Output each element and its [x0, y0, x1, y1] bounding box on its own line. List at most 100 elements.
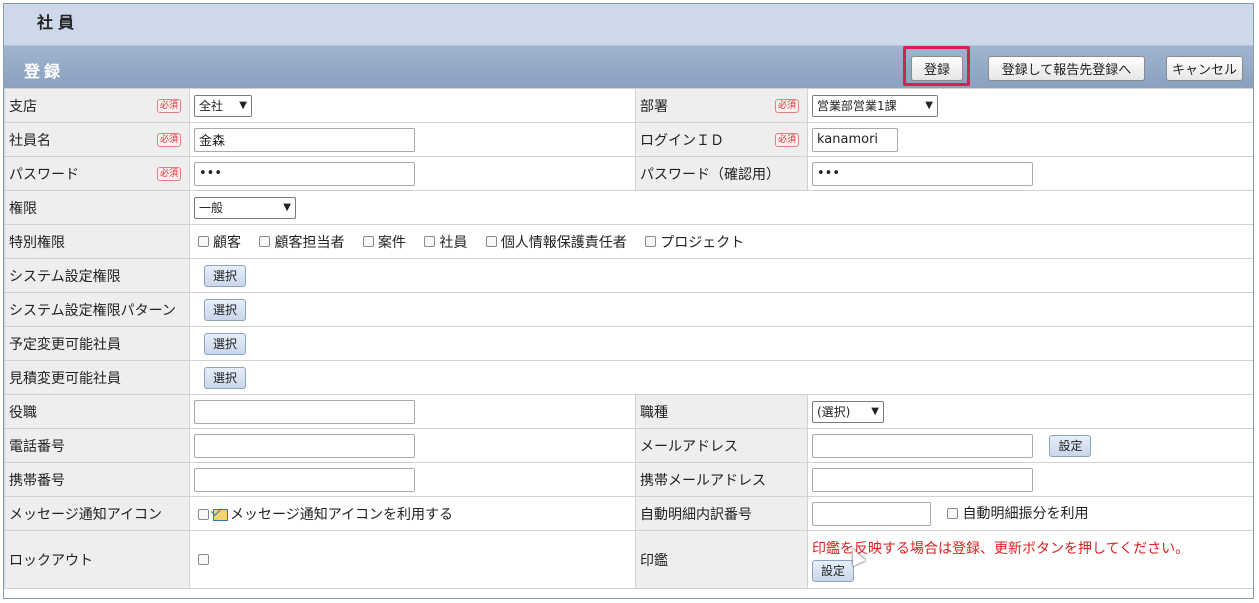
- email-setting-button[interactable]: 設定: [1049, 434, 1092, 457]
- department-cell: 営業部営業1課 ▼: [807, 88, 1253, 123]
- mobile-email-input[interactable]: [812, 467, 1033, 492]
- special-authority-employee[interactable]: 社員: [424, 232, 467, 252]
- special-authority-privacy[interactable]: 個人情報保護責任者: [485, 232, 627, 252]
- auto-detail-no-input[interactable]: [812, 501, 931, 526]
- mail-icon: [213, 508, 228, 521]
- password-input[interactable]: •••: [194, 161, 415, 186]
- password-confirm-cell: •••: [807, 156, 1253, 191]
- form-row: パスワード 必須 ••• パスワード（確認用） •••: [4, 156, 1253, 191]
- section-title: 登録: [24, 62, 65, 81]
- special-authority-deal[interactable]: 案件: [362, 232, 406, 252]
- estimate-editable-cell: 選択: [189, 360, 1253, 395]
- email-label: メールアドレス: [635, 428, 808, 463]
- checkbox[interactable]: [645, 236, 657, 247]
- page-title: 社員: [4, 4, 1253, 46]
- branch-label: 支店 必須: [4, 88, 190, 123]
- dropdown-arrow-icon: ▼: [239, 100, 247, 111]
- cancel-button[interactable]: キャンセル: [1166, 56, 1243, 81]
- position-cell: [189, 394, 636, 429]
- branch-cell: 全社 ▼: [189, 88, 636, 123]
- lockout-checkbox[interactable]: [198, 554, 209, 565]
- position-input[interactable]: [194, 399, 415, 424]
- employee-name-cell: 金森: [189, 122, 636, 157]
- password-cell: •••: [189, 156, 636, 191]
- message-icon-label: メッセージ通知アイコン: [4, 496, 190, 531]
- form-row: 社員名 必須 金森 ログインＩＤ 必須 kanamori: [4, 122, 1253, 157]
- dropdown-arrow-icon: ▼: [283, 202, 291, 213]
- dropdown-arrow-icon: ▼: [871, 406, 879, 417]
- system-setting-pattern-label: システム設定権限パターン: [4, 292, 190, 327]
- employee-form-frame: 社員 登録 登録 登録して報告先登録へ キャンセル 支店 必須 全社 ▼ 部署 必須 …: [3, 3, 1254, 599]
- authority-select[interactable]: 一般 ▼: [194, 196, 296, 219]
- message-icon-cell: メッセージ通知アイコンを利用する: [189, 496, 636, 531]
- seal-setting-button[interactable]: 設定: [812, 559, 855, 582]
- special-authority-customer-contact[interactable]: 顧客担当者: [259, 232, 344, 252]
- system-setting-authority-select-button[interactable]: 選択: [204, 264, 247, 287]
- authority-cell: 一般 ▼: [189, 190, 1253, 225]
- estimate-editable-select-button[interactable]: 選択: [204, 366, 247, 389]
- checkbox[interactable]: [362, 236, 374, 247]
- register-and-report-button[interactable]: 登録して報告先登録へ: [988, 56, 1145, 81]
- form-row: システム設定権限 選択: [4, 258, 1253, 293]
- password-label: パスワード 必須: [4, 156, 190, 191]
- required-badge: 必須: [774, 98, 799, 113]
- form-row: 役職 職種 (選択) ▼: [4, 394, 1253, 429]
- schedule-editable-label: 予定変更可能社員: [4, 326, 190, 361]
- system-setting-pattern-select-button[interactable]: 選択: [204, 298, 247, 321]
- auto-detail-no-label: 自動明細内訳番号: [635, 496, 808, 531]
- password-confirm-input[interactable]: •••: [812, 161, 1033, 186]
- seal-cell: 印鑑を反映する場合は登録、更新ボタンを押してください。 設定: [807, 530, 1253, 589]
- required-badge: 必須: [774, 132, 799, 147]
- form-row: メッセージ通知アイコン メッセージ通知アイコンを利用する 自動明細内訳番号 自動…: [4, 496, 1253, 531]
- form-row: 携帯番号 携帯メールアドレス: [4, 462, 1253, 497]
- auto-detail-option[interactable]: 自動明細振分を利用: [947, 506, 1088, 522]
- form-row: ロックアウト 印鑑 印鑑を反映する場合は登録、更新ボタンを押してください。 設定: [4, 530, 1253, 589]
- employee-name-input[interactable]: 金森: [194, 127, 415, 152]
- lockout-cell: [189, 530, 636, 589]
- email-cell: 設定: [807, 428, 1253, 463]
- employee-name-label: 社員名 必須: [4, 122, 190, 157]
- lockout-label: ロックアウト: [4, 530, 190, 589]
- special-authority-customer[interactable]: 顧客: [198, 232, 241, 252]
- form-row: 予定変更可能社員 選択: [4, 326, 1253, 361]
- checkbox[interactable]: [259, 236, 271, 247]
- login-id-input[interactable]: kanamori: [812, 127, 898, 152]
- mobile-input[interactable]: [194, 467, 415, 492]
- form-row: 特別権限 顧客 顧客担当者 案件 社員 個人情報保護責任者 プロジェクト: [4, 224, 1253, 259]
- schedule-editable-select-button[interactable]: 選択: [204, 332, 247, 355]
- phone-label: 電話番号: [4, 428, 190, 463]
- form-row: 権限 一般 ▼: [4, 190, 1253, 225]
- register-button[interactable]: 登録: [911, 56, 963, 81]
- checkbox[interactable]: [947, 508, 959, 519]
- form-row: 見積変更可能社員 選択: [4, 360, 1253, 395]
- message-icon-checkbox[interactable]: [198, 509, 209, 520]
- special-authority-cell: 顧客 顧客担当者 案件 社員 個人情報保護責任者 プロジェクト: [189, 224, 1253, 259]
- checkbox[interactable]: [198, 236, 209, 247]
- special-authority-project[interactable]: プロジェクト: [645, 232, 744, 252]
- mobile-label: 携帯番号: [4, 462, 190, 497]
- password-confirm-label: パスワード（確認用）: [635, 156, 808, 191]
- position-label: 役職: [4, 394, 190, 429]
- login-id-cell: kanamori: [807, 122, 1253, 157]
- system-setting-authority-label: システム設定権限: [4, 258, 190, 293]
- mobile-email-label: 携帯メールアドレス: [635, 462, 808, 497]
- phone-input[interactable]: [194, 433, 415, 458]
- seal-note: 印鑑を反映する場合は登録、更新ボタンを押してください。: [812, 540, 1190, 557]
- login-id-label: ログインＩＤ 必須: [635, 122, 808, 157]
- job-type-cell: (選択) ▼: [807, 394, 1253, 429]
- mobile-email-cell: [807, 462, 1253, 497]
- checkbox[interactable]: [485, 236, 497, 247]
- job-type-label: 職種: [635, 394, 808, 429]
- branch-select[interactable]: 全社 ▼: [194, 94, 252, 117]
- form-row: 電話番号 メールアドレス 設定: [4, 428, 1253, 463]
- phone-cell: [189, 428, 636, 463]
- department-select[interactable]: 営業部営業1課 ▼: [812, 94, 938, 117]
- employee-form-table: 支店 必須 全社 ▼ 部署 必須 営業部営業1課 ▼ 社員名 必須 金森 ログインＩＤ 必須…: [4, 88, 1253, 589]
- schedule-editable-cell: 選択: [189, 326, 1253, 361]
- required-badge: 必須: [156, 132, 181, 147]
- job-type-select[interactable]: (選択) ▼: [812, 400, 884, 423]
- system-setting-pattern-cell: 選択: [189, 292, 1253, 327]
- form-row: システム設定権限パターン 選択: [4, 292, 1253, 327]
- checkbox[interactable]: [424, 236, 436, 247]
- email-input[interactable]: [812, 433, 1033, 458]
